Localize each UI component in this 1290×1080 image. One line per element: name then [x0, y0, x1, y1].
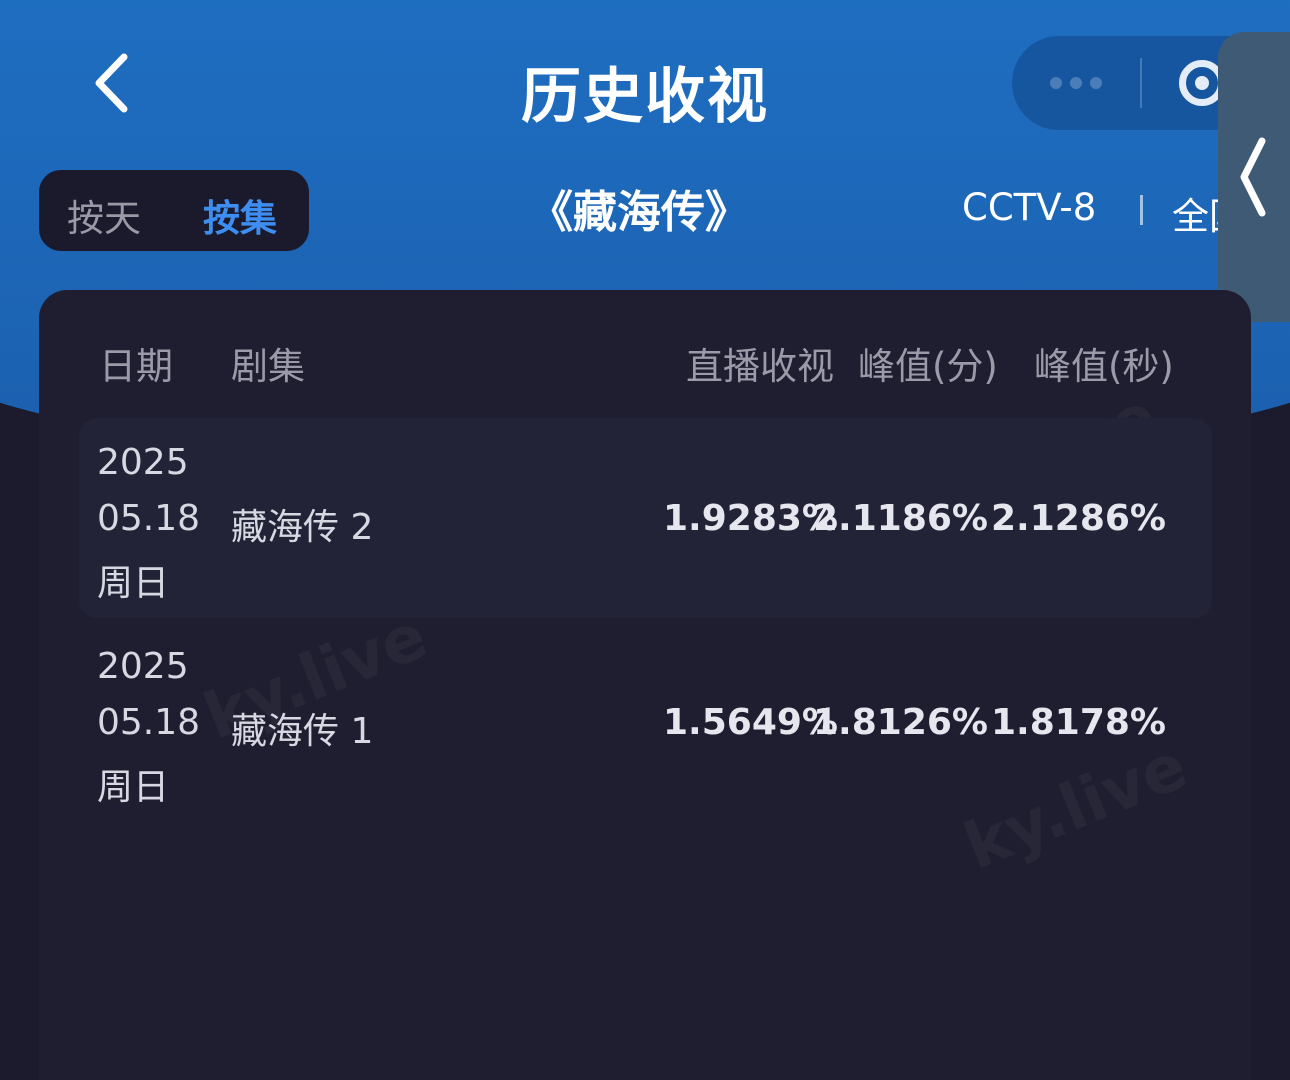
view-mode-toggle: 按天 按集 [39, 170, 309, 251]
row-peak-minute: 2.1186% [813, 498, 988, 539]
row-peak-second: 2.1286% [991, 498, 1166, 539]
row-weekday: 周日 [97, 767, 170, 808]
chevron-left-icon [1240, 137, 1266, 217]
row-peak-second: 1.8178% [991, 702, 1166, 743]
side-panel-handle[interactable] [1218, 32, 1290, 322]
row-year: 2025 [97, 442, 189, 483]
column-header-date: 日期 [99, 345, 173, 388]
row-live-rating: 1.5649% [663, 702, 838, 743]
row-episode: 藏海传 2 [231, 507, 374, 548]
row-month-day: 05.18 [97, 702, 201, 743]
channel-label[interactable]: CCTV-8 [962, 186, 1096, 229]
row-live-rating: 1.9283% [663, 498, 838, 539]
ratings-history-page: 历史收视 按天 按集 《藏海传》 CCTV-8 全国 ky.live ky.li… [0, 0, 1290, 1080]
ratings-card [39, 290, 1251, 1080]
row-weekday: 周日 [97, 563, 170, 604]
show-title: 《藏海传》 [529, 187, 749, 238]
row-month-day: 05.18 [97, 498, 201, 539]
tab-by-episode[interactable]: 按集 [203, 188, 277, 242]
more-dots-icon [1050, 77, 1102, 89]
more-button[interactable] [1012, 36, 1140, 130]
column-header-peak-minute: 峰值(分) [858, 345, 998, 388]
tab-by-day[interactable]: 按天 [67, 188, 141, 242]
column-header-peak-second: 峰值(秒) [1034, 345, 1174, 388]
row-peak-minute: 1.8126% [813, 702, 988, 743]
row-episode: 藏海传 1 [231, 711, 374, 752]
row-year: 2025 [97, 646, 189, 687]
region-label[interactable]: 全国 [1172, 186, 1218, 240]
filter-divider [1140, 195, 1143, 225]
column-header-live-rating: 直播收视 [686, 345, 834, 388]
column-header-episode: 剧集 [231, 345, 305, 388]
